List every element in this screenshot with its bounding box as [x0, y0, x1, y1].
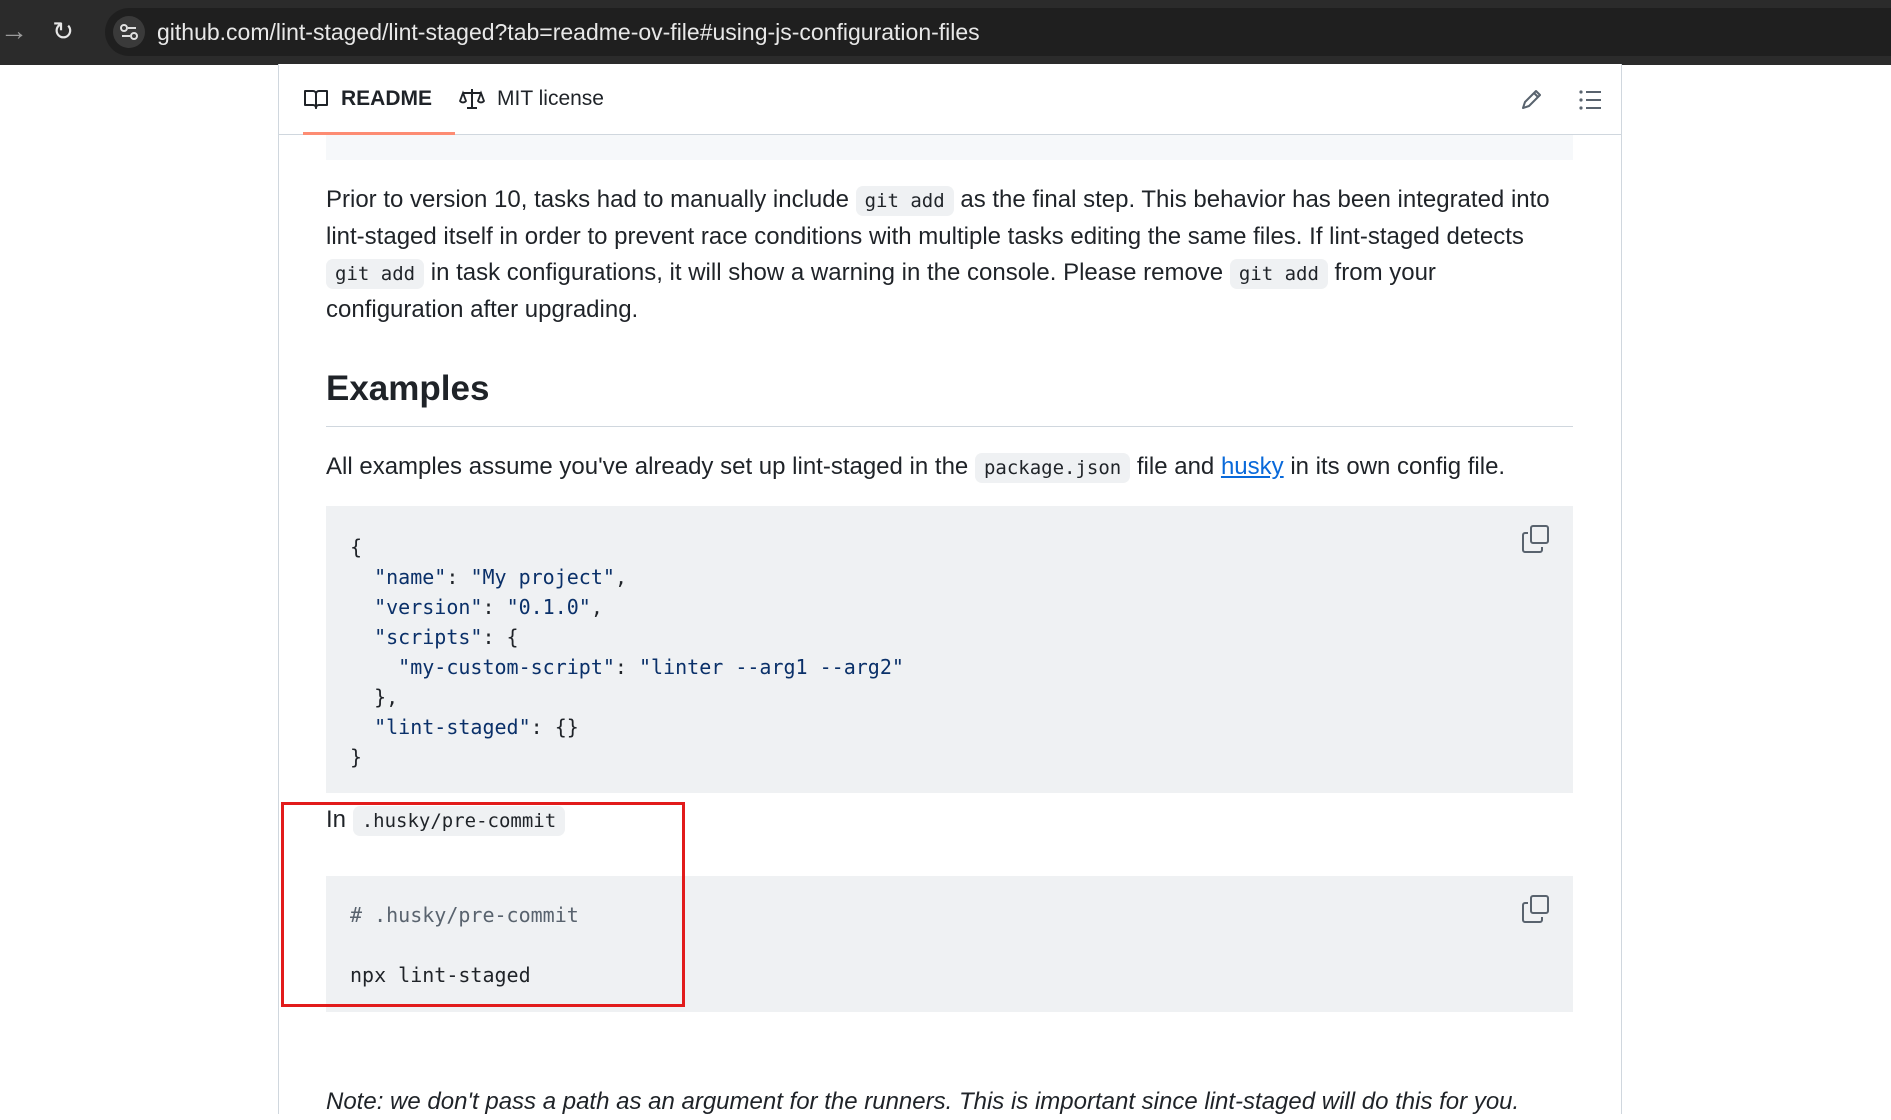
code-line: # .husky/pre-commit: [350, 903, 579, 927]
code-token: ,: [614, 565, 627, 589]
text: In: [326, 806, 353, 833]
text: All examples assume you've already set u…: [326, 453, 975, 480]
inline-code: git add: [855, 186, 954, 216]
text: file and: [1130, 453, 1221, 480]
code-token: "My project": [470, 565, 615, 589]
reload-icon[interactable]: ↻: [46, 14, 80, 48]
precommit-code-block: # .husky/pre-commit npx lint-staged: [326, 876, 1573, 1012]
code-token: :: [482, 595, 507, 619]
copy-button[interactable]: [1519, 892, 1553, 926]
husky-link[interactable]: husky: [1221, 453, 1284, 480]
code-content: # .husky/pre-commit npx lint-staged: [350, 900, 579, 990]
copy-icon: [1522, 525, 1549, 553]
code-line: npx lint-staged: [350, 963, 531, 987]
text: Prior to version 10, tasks had to manual…: [326, 186, 856, 213]
site-info-icon[interactable]: [113, 16, 145, 48]
code-token: "linter --arg1 --arg2": [639, 655, 904, 679]
code-token: :: [446, 565, 471, 589]
code-line: "lint-staged": {}: [350, 712, 904, 742]
previous-code-block-edge: [326, 134, 1573, 160]
note-paragraph: Note: we don't pass a path as an argumen…: [326, 1088, 1520, 1115]
code-token: "lint-staged": [374, 715, 531, 739]
code-token: "name": [374, 565, 447, 589]
tab-readme[interactable]: README: [303, 64, 455, 135]
list-icon: [1579, 90, 1601, 110]
code-content: { "name": "My project", "version": "0.1.…: [350, 532, 904, 772]
address-bar[interactable]: github.com/lint-staged/lint-staged?tab=r…: [105, 8, 1891, 56]
tab-license[interactable]: MIT license: [458, 64, 604, 134]
text: in its own config file.: [1283, 453, 1506, 480]
code-line: "my-custom-script": "linter --arg1 --arg…: [350, 652, 904, 682]
code-token: : {}: [530, 715, 579, 739]
inline-code: package.json: [974, 453, 1131, 483]
copy-icon: [1522, 895, 1549, 923]
forward-arrow-icon[interactable]: →: [0, 14, 28, 48]
examples-heading: Examples: [326, 364, 1573, 427]
readme-tabbar: README MIT license: [279, 64, 1621, 135]
law-icon: [458, 86, 486, 112]
version-note-paragraph: Prior to version 10, tasks had to manual…: [326, 182, 1573, 328]
husky-precommit-paragraph: In .husky/pre-commit: [326, 802, 566, 839]
active-tab-indicator: [303, 132, 455, 135]
text: in task configurations, it will show a w…: [424, 259, 1230, 286]
outline-button[interactable]: [1573, 82, 1609, 118]
readme-panel: README MIT license Prior to version 10, …: [278, 64, 1622, 1115]
code-token: "0.1.0": [506, 595, 591, 619]
code-token: ,: [590, 595, 603, 619]
code-token: "scripts": [374, 625, 483, 649]
code-token: "my-custom-script": [398, 655, 615, 679]
inline-code: .husky/pre-commit: [352, 806, 566, 836]
inline-code: git add: [326, 259, 425, 289]
tab-license-label: MIT license: [497, 87, 604, 110]
code-token: :: [614, 655, 640, 679]
code-line: "name": "My project",: [350, 562, 904, 592]
edit-file-button[interactable]: [1513, 82, 1549, 118]
code-line: }: [350, 742, 904, 772]
package-json-code-block: { "name": "My project", "version": "0.1.…: [326, 506, 1573, 793]
book-icon: [303, 86, 329, 112]
code-line: "version": "0.1.0",: [350, 592, 904, 622]
code-token: },: [350, 685, 399, 709]
tab-readme-label: README: [341, 87, 433, 110]
code-token: {: [350, 535, 363, 559]
code-token: : {: [482, 625, 519, 649]
examples-intro-paragraph: All examples assume you've already set u…: [326, 449, 1573, 486]
url-text[interactable]: github.com/lint-staged/lint-staged?tab=r…: [157, 8, 980, 56]
code-token: }: [350, 745, 363, 769]
code-line: },: [350, 682, 904, 712]
inline-code: git add: [1229, 259, 1328, 289]
copy-button[interactable]: [1519, 522, 1553, 556]
pencil-icon: [1522, 90, 1541, 109]
code-line: {: [350, 532, 904, 562]
code-token: "version": [374, 595, 483, 619]
browser-toolbar: → ↻ github.com/lint-staged/lint-staged?t…: [0, 0, 1891, 65]
code-line: "scripts": {: [350, 622, 904, 652]
